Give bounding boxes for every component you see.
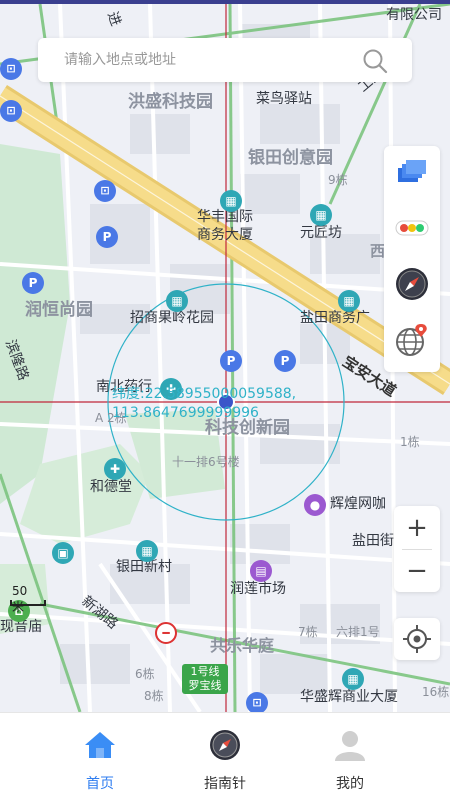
bus-stop-icon[interactable]: ⊡ (0, 58, 22, 80)
coordinate-readout: 纬度:22.58955000059588, 113.8647699999996 (112, 385, 296, 423)
parking-icon[interactable]: P (96, 226, 118, 248)
locate-button[interactable] (394, 618, 440, 660)
no-entry-icon: ━ (155, 622, 177, 644)
compass-icon (210, 730, 240, 760)
building-label: 9栋 (328, 173, 348, 187)
poi-label[interactable]: 辉煌网咖 (330, 497, 386, 511)
poi-label[interactable]: 有限公司 (386, 8, 442, 22)
globe-location-icon[interactable] (394, 322, 430, 358)
traffic-light-icon[interactable] (394, 210, 430, 246)
metro-line: 1号线 (190, 665, 220, 678)
district-label: 洪盛科技园 (128, 92, 213, 112)
poi-label[interactable]: 共乐华庭 (210, 638, 274, 654)
map-tools-panel (384, 146, 440, 372)
district-label: 银田创意园 (248, 148, 333, 168)
poi-label: 西 (370, 242, 386, 260)
bus-stop-icon[interactable]: ⊡ (246, 692, 268, 712)
poi-label[interactable]: 十一排6号楼 (172, 456, 240, 468)
building-label: 16栋 (422, 685, 450, 699)
search-bar[interactable] (38, 38, 412, 82)
locate-icon (403, 625, 431, 653)
layers-icon[interactable] (394, 154, 430, 190)
metro-badge[interactable]: 1号线 罗宝线 (182, 664, 228, 694)
poi-label[interactable]: 华盛辉商业大厦 (300, 690, 398, 704)
building-icon[interactable]: ▦ (136, 540, 158, 562)
bus-stop-icon[interactable]: ⊡ (0, 100, 22, 122)
market-icon[interactable]: ▤ (250, 560, 272, 582)
pharmacy-icon[interactable]: ✚ (104, 458, 126, 480)
metro-name: 罗宝线 (188, 679, 222, 692)
tab-profile[interactable]: 我的 (275, 713, 425, 800)
building-label: 6栋 (135, 667, 155, 681)
poi-label[interactable]: 现音庙 (0, 620, 42, 634)
zoom-controls: + − (394, 506, 440, 592)
latitude-label: 纬度:22.58955000059588, (112, 386, 297, 402)
parking-icon[interactable]: P (220, 350, 242, 372)
poi-label[interactable]: 盐田街 (352, 534, 394, 548)
zoom-in-button[interactable]: + (394, 506, 440, 549)
bottom-tab-bar: 首页 指南针 我的 (0, 712, 450, 800)
building-icon[interactable]: ▦ (338, 290, 360, 312)
search-input[interactable] (64, 38, 354, 82)
home-icon (85, 732, 115, 758)
user-icon (335, 731, 365, 761)
building-icon[interactable]: ▦ (220, 190, 242, 212)
map-view[interactable]: 洪盛科技园 银田创意园 润恒尚园 科技创新园 菜鸟驿站 华丰国际 商务大厦 元匠… (0, 4, 450, 712)
district-label: 润恒尚园 (25, 300, 93, 320)
tab-label: 我的 (336, 776, 364, 792)
poi-label[interactable]: 华丰国际 (197, 210, 253, 224)
building-icon[interactable]: ▦ (166, 290, 188, 312)
poi-label[interactable]: 招商果岭花园 (130, 311, 214, 325)
parking-icon[interactable]: P (22, 272, 44, 294)
building-label: 六排1号 (336, 625, 380, 639)
building-icon[interactable]: ▦ (342, 668, 364, 690)
poi-label[interactable]: 元匠坊 (300, 226, 342, 240)
internet-cafe-icon[interactable]: ● (304, 494, 326, 516)
building-label: 8栋 (144, 689, 164, 703)
building-label: 7栋 (298, 625, 318, 639)
longitude-label: 113.8647699999996 (112, 405, 259, 421)
compass-icon[interactable] (394, 266, 430, 302)
poi-label[interactable]: 润莲市场 (230, 582, 286, 596)
parking-icon[interactable]: P (274, 350, 296, 372)
poi-label[interactable]: 盐田商务广 (300, 311, 370, 325)
building-label: 1栋 (400, 435, 420, 449)
search-icon[interactable] (362, 48, 388, 74)
poi-label[interactable]: 银田新村 (116, 560, 172, 574)
poi-label[interactable]: 和德堂 (90, 480, 132, 494)
scale-line (10, 600, 46, 606)
store-icon[interactable]: ▣ (52, 542, 74, 564)
bus-stop-icon[interactable]: ⊡ (94, 180, 116, 202)
building-icon[interactable]: ▦ (310, 204, 332, 226)
poi-label[interactable]: 菜鸟驿站 (256, 92, 312, 106)
poi-label[interactable]: 商务大厦 (197, 228, 253, 242)
zoom-out-button[interactable]: − (394, 549, 440, 592)
